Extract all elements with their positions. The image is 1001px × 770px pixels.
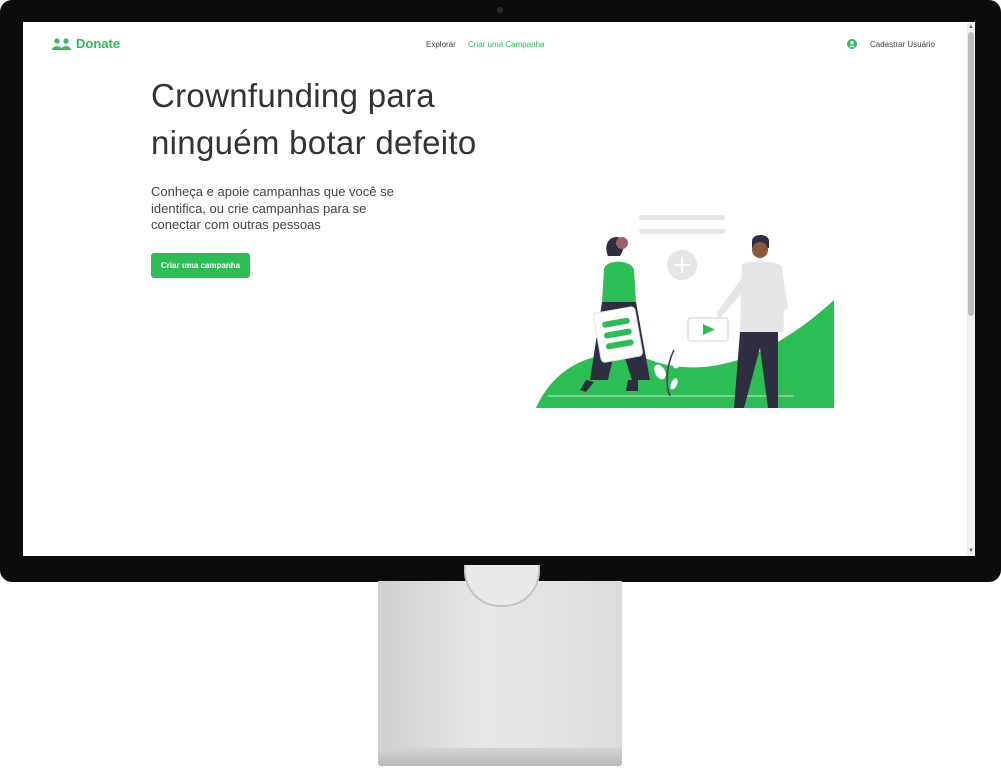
users-icon — [52, 37, 71, 50]
register-user-label: Cadastrar Usuário — [870, 39, 935, 49]
webcam — [497, 7, 503, 13]
brand-name: Donate — [76, 36, 121, 51]
nav-links: Explorar Criar uma Campanha — [426, 40, 555, 49]
browser-viewport: Donate Explorar Criar uma Campanha Cadas… — [23, 22, 975, 556]
brand-logo[interactable]: Donate — [52, 36, 120, 51]
nav-link-explorar[interactable]: Explorar — [426, 40, 456, 49]
page-scrollbar[interactable]: ▲ ▼ — [967, 22, 975, 556]
scroll-down-arrow-icon[interactable]: ▼ — [968, 548, 974, 554]
monitor-stand — [378, 581, 622, 755]
user-circle-icon — [847, 39, 857, 49]
hero-title-line2: ninguém botar defeito — [151, 124, 477, 161]
hero-title-line1: Crownfunding para — [151, 77, 435, 114]
scroll-up-arrow-icon[interactable]: ▲ — [968, 24, 974, 30]
create-campaign-button[interactable]: Criar uma campanha — [151, 253, 250, 278]
monitor-bezel: Donate Explorar Criar uma Campanha Cadas… — [0, 0, 1001, 582]
hero-title: Crownfunding para ninguém botar defeito — [151, 72, 571, 166]
hero-subtitle: Conheça e apoie campanhas que você se id… — [151, 184, 394, 232]
scroll-thumb[interactable] — [968, 32, 974, 316]
register-user-link[interactable]: Cadastrar Usuário — [847, 39, 935, 49]
navbar: Donate Explorar Criar uma Campanha Cadas… — [23, 22, 967, 68]
nav-link-criar-campanha[interactable]: Criar uma Campanha — [468, 40, 544, 49]
stand-base — [378, 748, 622, 766]
hero-illustration — [536, 215, 834, 408]
